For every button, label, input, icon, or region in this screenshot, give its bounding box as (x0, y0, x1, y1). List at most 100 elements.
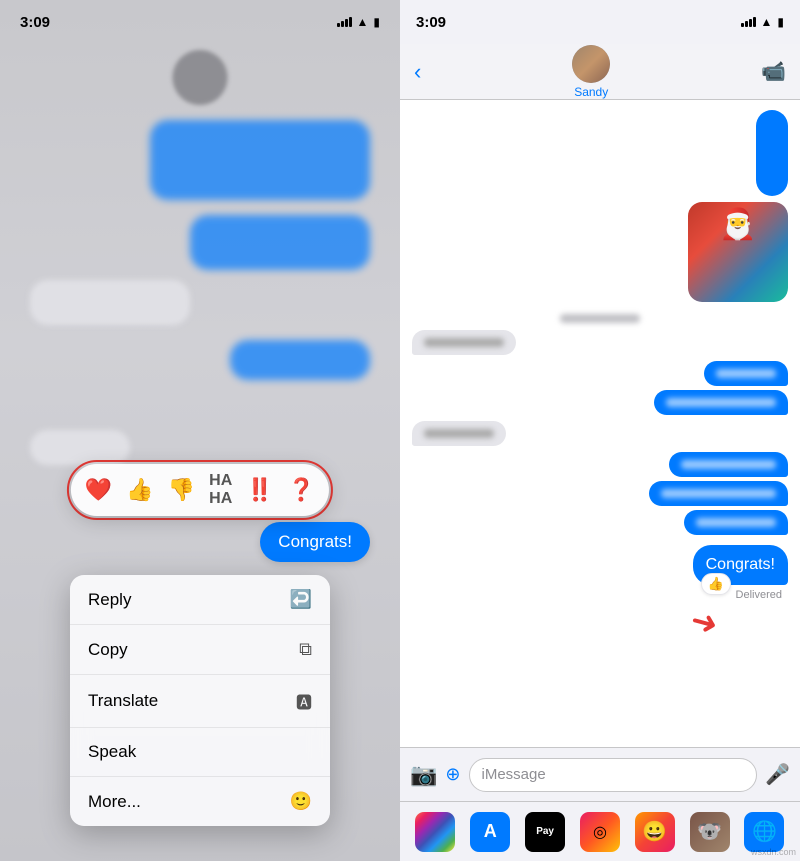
time-right: 3:09 (416, 14, 446, 31)
left-panel: 3:09 ▲ ▮ ❤️ 👍 👎 HAHA ‼️ ❓ Cong (0, 0, 400, 861)
bar1 (337, 23, 340, 27)
congrats-wrapper: Delivered Congrats! 👍 (693, 545, 788, 585)
reaction-bar-outline: ❤️ 👍 👎 HAHA ‼️ ❓ (67, 460, 333, 520)
video-call-button[interactable]: 📹 (761, 59, 786, 84)
blur-bubble-1 (150, 120, 370, 200)
reaction-thumbs-down[interactable]: 👎 (168, 477, 195, 503)
menu-item-translate[interactable]: Translate 🅰 (70, 675, 330, 728)
message-row-1 (412, 110, 788, 196)
message-row-out-4 (412, 481, 788, 506)
menu-label-translate: Translate (88, 691, 158, 711)
santa-emoji: 🎅 (719, 207, 756, 242)
message-row-out-5 (412, 510, 788, 535)
message-row-out-small (412, 361, 788, 386)
outgoing-small-3 (669, 452, 788, 477)
watermark: wsxdn.com (751, 847, 796, 857)
input-placeholder: iMessage (482, 766, 546, 783)
back-button[interactable]: ‹ (414, 59, 421, 85)
incoming-bubble-2 (412, 421, 506, 446)
app-button[interactable]: ⊕ (445, 764, 460, 785)
message-row-image: 🎅 (412, 202, 788, 306)
wifi-icon: ▲ (357, 15, 369, 29)
messages-area[interactable]: 🎅 (400, 100, 800, 747)
reaction-bar-wrapper: ❤️ 👍 👎 HAHA ‼️ ❓ (67, 460, 333, 520)
reaction-question[interactable]: ❓ (288, 477, 315, 503)
copy-icon: ⧉ (299, 639, 312, 660)
menu-item-speak[interactable]: Speak (70, 728, 330, 777)
status-bar-right: 3:09 ▲ ▮ (400, 0, 800, 44)
reaction-exclamation[interactable]: ‼️ (246, 477, 273, 503)
signal-bars-right (741, 17, 756, 27)
dock-memoji[interactable]: 😀 (635, 812, 675, 852)
outgoing-small-5 (684, 510, 788, 535)
menu-item-reply[interactable]: Reply ↩️ (70, 575, 330, 625)
menu-item-copy[interactable]: Copy ⧉ (70, 625, 330, 675)
bar4 (349, 17, 352, 27)
blur-avatar (173, 50, 228, 105)
menu-label-copy: Copy (88, 640, 128, 660)
outgoing-small-2 (654, 390, 788, 415)
message-row-incoming-2 (412, 421, 788, 446)
camera-button[interactable]: 📷 (410, 762, 437, 788)
blurred-timestamp (560, 314, 640, 323)
contact-avatar (572, 45, 610, 83)
delivered-label: Delivered (412, 589, 788, 601)
menu-item-more[interactable]: More... 🙂 (70, 777, 330, 826)
blur-bubble-3 (230, 340, 370, 380)
dock-appstore[interactable]: A (470, 812, 510, 852)
blur-line-inc-2 (424, 429, 494, 438)
bar2 (341, 21, 344, 27)
blur-incoming-bubble (30, 280, 190, 325)
dock-animoji[interactable]: 🐨 (690, 812, 730, 852)
outgoing-bubble-1 (756, 110, 788, 196)
status-icons-right: ▲ ▮ (741, 15, 785, 29)
avatar-image (572, 45, 610, 83)
congrats-bubble-left: Congrats! (260, 522, 370, 562)
arrow-icon: ➜ (687, 601, 723, 645)
blur-line-out (716, 369, 776, 378)
status-bar-left: 3:09 ▲ ▮ (0, 0, 400, 44)
dock-record[interactable]: ◎ (580, 812, 620, 852)
message-row-incoming-1 (412, 330, 788, 355)
reaction-heart[interactable]: ❤️ (85, 477, 112, 503)
message-row-congrats: Delivered Congrats! 👍 (412, 545, 788, 585)
image-bubble: 🎅 (688, 202, 788, 302)
dock-applepay[interactable]: Pay (525, 812, 565, 852)
blur-line-out-5 (696, 518, 776, 527)
incoming-bubble-1 (412, 330, 516, 355)
input-bar: 📷 ⊕ iMessage 🎤 (400, 747, 800, 801)
menu-label-more: More... (88, 792, 141, 812)
message-input[interactable]: iMessage (469, 758, 758, 792)
more-icon: 🙂 (290, 791, 312, 812)
blur-line-inc (424, 338, 504, 347)
menu-label-speak: Speak (88, 742, 136, 762)
blur-line-out-2 (666, 398, 776, 407)
timestamp (412, 314, 788, 326)
bar2-r (745, 21, 748, 27)
blur-line-out-3 (681, 460, 776, 469)
bar3-r (749, 19, 752, 27)
bar3 (345, 19, 348, 27)
reply-icon: ↩️ (290, 589, 312, 610)
signal-bars (337, 17, 352, 27)
contact-name: Sandy (574, 85, 608, 99)
bar1-r (741, 23, 744, 27)
blur-bubble-2 (190, 215, 370, 270)
dock-globe[interactable]: 🌐 (744, 812, 784, 852)
blur-line-out-4 (661, 489, 776, 498)
reaction-thumbs-up[interactable]: 👍 (126, 477, 153, 503)
dock-photos[interactable] (415, 812, 455, 852)
reaction-haha[interactable]: HAHA (209, 472, 232, 508)
reaction-bar[interactable]: ❤️ 👍 👎 HAHA ‼️ ❓ (71, 464, 329, 516)
contact-header[interactable]: Sandy (572, 45, 610, 99)
outgoing-small-4 (649, 481, 788, 506)
translate-icon: 🅰 (296, 689, 312, 713)
nav-bar: ‹ Sandy 📹 (400, 44, 800, 100)
audio-button[interactable]: 🎤 (765, 762, 790, 787)
thumbs-up-reaction: 👍 (701, 573, 731, 595)
bar4-r (753, 17, 756, 27)
right-panel: 3:09 ▲ ▮ ‹ Sandy 📹 (400, 0, 800, 861)
wifi-icon-right: ▲ (761, 15, 773, 29)
context-menu: Reply ↩️ Copy ⧉ Translate 🅰 Speak More..… (70, 575, 330, 826)
outgoing-small-1 (704, 361, 788, 386)
